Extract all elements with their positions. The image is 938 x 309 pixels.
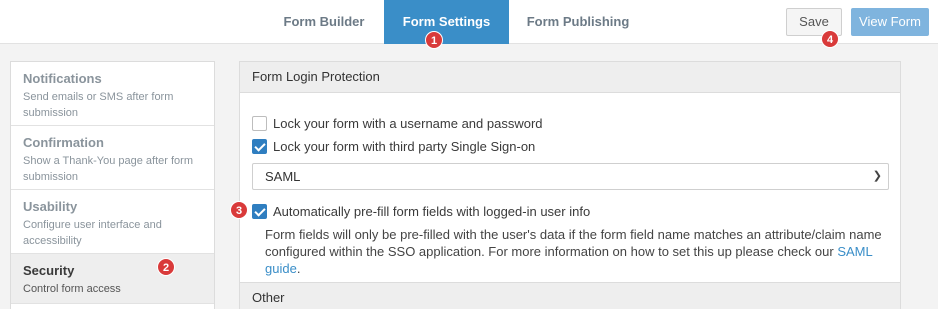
help-text-body: Form fields will only be pre-filled with… [265,227,882,259]
lock-sso-checkbox[interactable] [252,138,267,154]
step-badge-2: 2 [157,258,175,276]
sidebar-item-usability[interactable]: Usability Configure user interface and a… [11,190,214,254]
chevron-down-icon: ❯ [872,170,882,182]
lock-password-option[interactable]: Lock your form with a username and passw… [252,115,543,131]
sidebar-item-title: Usability [23,199,78,214]
prefill-option[interactable]: Automatically pre-fill form fields with … [252,203,590,219]
sidebar-item-confirmation[interactable]: Confirmation Show a Thank-You page after… [11,126,214,190]
prefill-checkbox[interactable] [252,203,267,219]
help-text-end: . [296,261,301,276]
sidebar-item-title: Confirmation [23,135,104,150]
sidebar-item-title: Notifications [23,71,102,86]
tab-form-publishing[interactable]: Form Publishing [512,0,644,44]
step-badge-4: 4 [821,30,839,48]
lock-sso-option[interactable]: Lock your form with third party Single S… [252,138,535,154]
sidebar-item-title: Security [23,263,75,278]
sidebar-item-notifications[interactable]: Notifications Send emails or SMS after f… [11,62,214,126]
view-form-button[interactable]: View Form [851,8,929,36]
lock-sso-label: Lock your form with third party Single S… [273,138,536,154]
form-login-protection-panel: Form Login Protection Lock your form wit… [239,61,901,309]
settings-sidebar: Notifications Send emails or SMS after f… [10,61,215,309]
prefill-label: Automatically pre-fill form fields with … [273,203,591,219]
tab-form-settings[interactable]: Form Settings [384,0,509,44]
sso-provider-value: SAML [265,169,301,184]
other-section-header[interactable]: Other [240,282,900,309]
tab-form-builder[interactable]: Form Builder [265,0,383,44]
step-badge-3: 3 [230,201,248,219]
lock-password-label: Lock your form with a username and passw… [273,115,543,131]
top-bar: Form Builder Form Settings Form Publishi… [0,0,938,44]
step-badge-1: 1 [425,31,443,49]
sidebar-item-desc: Send emails or SMS after form submission [23,91,174,119]
section-title: Form Login Protection [240,62,900,93]
sidebar-item-security[interactable]: Security Control form access [11,254,214,304]
sidebar-item-desc: Configure user interface and accessibili… [23,219,162,247]
sidebar-item-desc: Show a Thank-You page after form submiss… [23,155,193,183]
prefill-help-text: Form fields will only be pre-filled with… [265,226,895,277]
sso-provider-select[interactable]: SAML ❯ [252,163,889,190]
lock-password-checkbox[interactable] [252,115,267,131]
sidebar-item-desc: Control form access [23,283,121,295]
